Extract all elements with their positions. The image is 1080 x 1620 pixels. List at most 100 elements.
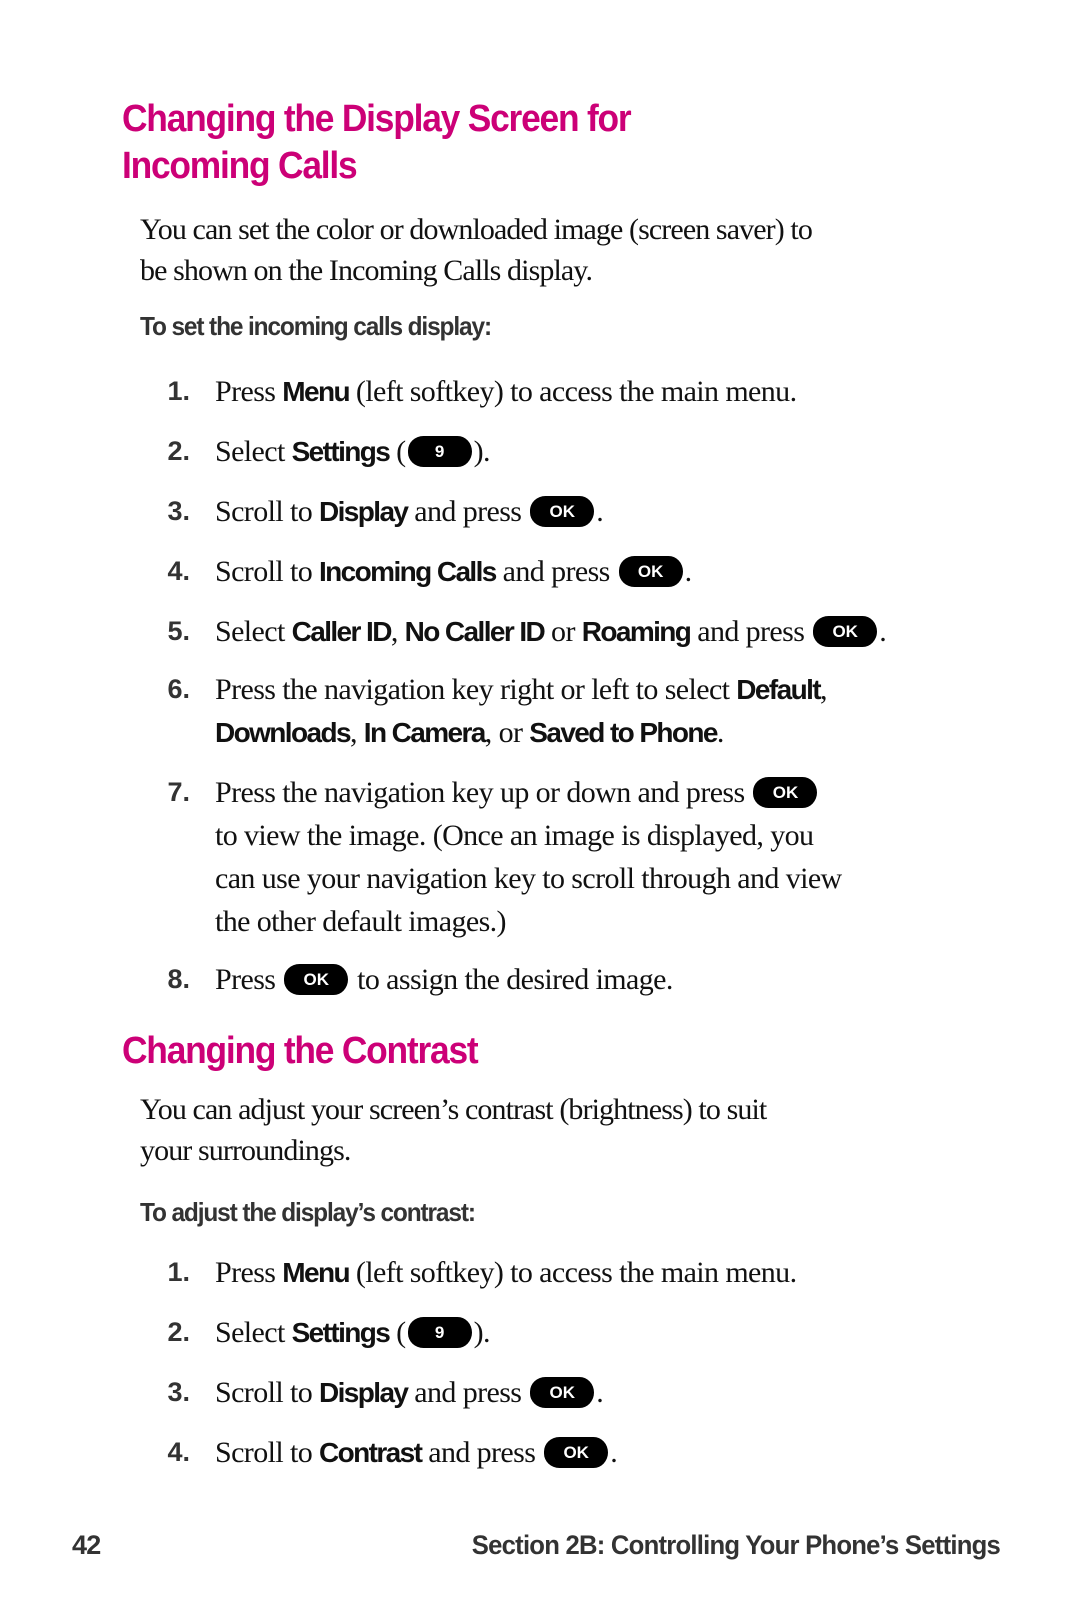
menu-term: In Camera	[363, 717, 487, 748]
text: can use your navigation key to scroll th…	[215, 862, 842, 895]
key-9-icon: 9	[407, 1316, 472, 1348]
ok-key-icon: OK	[544, 1436, 609, 1468]
step-number: 4.	[167, 1437, 190, 1467]
step-number: 3.	[167, 1377, 190, 1407]
step-text: Scroll to Display and press OK.	[215, 490, 985, 533]
step-number: 6.	[167, 674, 190, 704]
menu-term: Saved to Phone	[529, 717, 718, 748]
text: ,	[349, 716, 364, 749]
menu-term: Settings	[291, 436, 391, 467]
instructions-subhead: To adjust the display’s contrast:	[140, 1197, 476, 1227]
intro-line: You can set the color or downloaded imag…	[140, 213, 813, 246]
menu-term: Contrast	[319, 1437, 423, 1468]
step-text: Press Menu (left softkey) to access the …	[215, 370, 985, 413]
text: Press	[215, 963, 283, 996]
text: the other default images.)	[215, 905, 507, 938]
ok-key-icon: OK	[753, 776, 818, 808]
section-heading-incoming-calls: Changing the Display Screen for Incoming…	[122, 96, 632, 190]
text: Select	[215, 435, 292, 468]
menu-term: Settings	[291, 1317, 391, 1348]
intro-line: be shown on the Incoming Calls display.	[140, 254, 593, 287]
text: ).	[473, 435, 491, 468]
text: .	[610, 1436, 618, 1469]
text: to assign the desired image.	[350, 963, 673, 996]
text: Press	[215, 1256, 283, 1289]
instructions-subhead: To set the incoming calls display:	[140, 311, 492, 341]
text: Scroll to	[215, 555, 319, 588]
key-9-icon: 9	[407, 435, 472, 467]
ok-key-icon: OK	[530, 495, 595, 527]
menu-term: Menu	[282, 376, 350, 407]
menu-term: Display	[319, 496, 409, 527]
text: Select	[215, 615, 292, 648]
text: .	[596, 495, 604, 528]
text: and press	[690, 615, 812, 648]
heading-line: Incoming Calls	[122, 145, 358, 187]
text: Scroll to	[215, 1376, 319, 1409]
text: .	[596, 1376, 604, 1409]
text: , or	[484, 716, 530, 749]
step-number: 5.	[167, 616, 190, 646]
step-number: 3.	[167, 496, 190, 526]
menu-term: Display	[319, 1377, 409, 1408]
text: and press	[421, 1436, 543, 1469]
text: and press	[495, 555, 617, 588]
step-text: Press Menu (left softkey) to access the …	[215, 1251, 985, 1294]
intro-paragraph: You can set the color or downloaded imag…	[140, 209, 960, 291]
text: Scroll to	[215, 495, 319, 528]
step-text: Select Caller ID, No Caller ID or Roamin…	[215, 610, 1015, 653]
menu-term: Default	[736, 674, 821, 705]
manual-page: Changing the Display Screen for Incoming…	[0, 0, 1080, 1620]
menu-term: Menu	[282, 1257, 350, 1288]
step-number: 1.	[167, 1257, 190, 1287]
intro-paragraph: You can adjust your screen’s contrast (b…	[140, 1089, 960, 1171]
section-footer-title: Section 2B: Controlling Your Phone’s Set…	[471, 1530, 1001, 1560]
ok-key-icon: OK	[813, 615, 878, 647]
text: (left softkey) to access the main menu.	[348, 375, 797, 408]
step-text: Select Settings (9).	[215, 430, 985, 473]
step-text: Scroll to Incoming Calls and press OK.	[215, 550, 985, 593]
step-number: 4.	[167, 556, 190, 586]
step-number: 2.	[167, 436, 190, 466]
step-number: 8.	[167, 964, 190, 994]
step-text: Press the navigation key right or left t…	[215, 668, 995, 754]
ok-key-icon: OK	[530, 1376, 595, 1408]
text: and press	[407, 1376, 529, 1409]
text: Press	[215, 375, 283, 408]
step-number: 7.	[167, 777, 190, 807]
ok-key-icon: OK	[618, 555, 683, 587]
text: Select	[215, 1316, 292, 1349]
text: ,	[820, 673, 827, 706]
text: (left softkey) to access the main menu.	[348, 1256, 797, 1289]
text: ).	[473, 1316, 491, 1349]
intro-line: your surroundings.	[140, 1134, 351, 1167]
menu-term: No Caller ID	[404, 616, 546, 647]
intro-line: You can adjust your screen’s contrast (b…	[140, 1093, 767, 1126]
step-text: Scroll to Contrast and press OK.	[215, 1431, 985, 1474]
menu-term: Downloads	[215, 717, 352, 748]
menu-term: Caller ID	[291, 616, 393, 647]
section-heading-contrast: Changing the Contrast	[122, 1030, 479, 1072]
text: Press the navigation key up or down and …	[215, 776, 752, 809]
menu-term: Incoming Calls	[319, 556, 497, 587]
menu-term: Roaming	[581, 616, 692, 647]
text: .	[684, 555, 692, 588]
ok-key-icon: OK	[284, 963, 349, 995]
text: ,	[390, 615, 405, 648]
step-text: Press OK to assign the desired image.	[215, 958, 985, 1001]
text: to view the image. (Once an image is dis…	[215, 819, 814, 852]
step-text: Select Settings (9).	[215, 1311, 985, 1354]
text: .	[716, 716, 724, 749]
text: (	[389, 435, 406, 468]
step-number: 2.	[167, 1317, 190, 1347]
text: and press	[407, 495, 529, 528]
text: .	[879, 615, 887, 648]
text: Press the navigation key right or left t…	[215, 673, 737, 706]
page-number: 42	[72, 1530, 101, 1560]
step-text: Scroll to Display and press OK.	[215, 1371, 985, 1414]
text: Scroll to	[215, 1436, 319, 1469]
text: or	[544, 615, 582, 648]
step-number: 1.	[167, 376, 190, 406]
heading-line: Changing the Display Screen for	[122, 98, 632, 140]
step-text: Press the navigation key up or down and …	[215, 771, 995, 943]
